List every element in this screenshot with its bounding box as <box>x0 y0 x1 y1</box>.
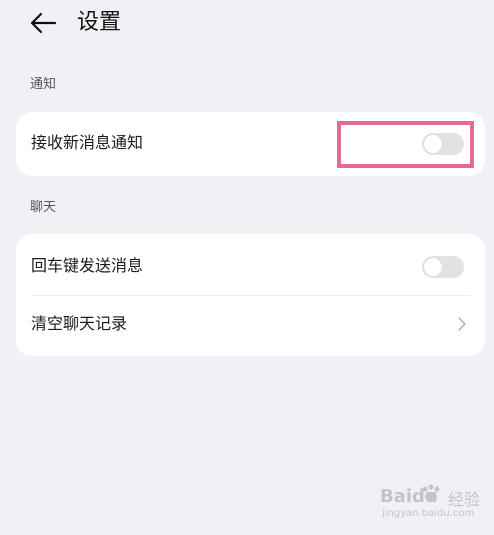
chat-settings-card: 回车键发送消息 清空聊天记录 <box>16 234 485 356</box>
watermark-logo-text: Baidu <box>380 486 438 507</box>
section-label-notifications: 通知 <box>30 77 57 92</box>
toggle-knob <box>424 258 442 276</box>
baidu-jingyan-watermark: Baidu 经验 jingyan.baidu.com <box>380 484 490 528</box>
enter-to-send-row[interactable]: 回车键发送消息 <box>16 234 485 295</box>
enter-to-send-label: 回车键发送消息 <box>31 256 144 275</box>
receive-new-message-notification-label: 接收新消息通知 <box>31 133 144 152</box>
chevron-right-icon <box>458 317 466 331</box>
arrow-left-icon[interactable] <box>28 8 58 38</box>
clear-chat-history-label: 清空聊天记录 <box>31 314 128 333</box>
watermark-sub-text: 经验 <box>448 490 481 509</box>
section-label-chat: 聊天 <box>30 200 57 215</box>
app-header: 设置 <box>0 0 494 50</box>
clear-chat-history-row[interactable]: 清空聊天记录 <box>16 296 485 356</box>
enter-to-send-toggle[interactable] <box>422 256 464 278</box>
page-title: 设置 <box>77 10 122 35</box>
annotation-highlight-box <box>337 121 474 168</box>
watermark-url-text: jingyan.baidu.com <box>382 508 475 519</box>
